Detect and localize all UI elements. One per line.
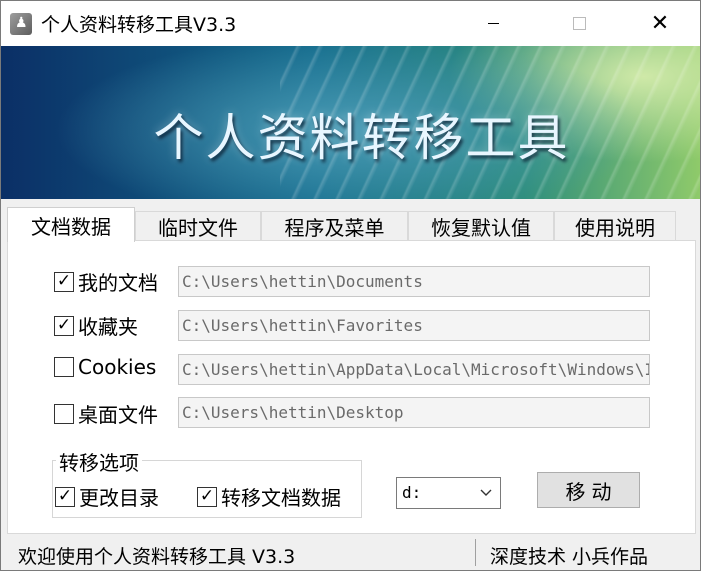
title-bar[interactable]: ♟ 个人资料转移工具V3.3 ✕ (1, 1, 700, 46)
status-bar: 欢迎使用个人资料转移工具 V3.3 深度技术 小兵作品 (1, 537, 700, 570)
change-dir-checkbox[interactable]: ✓ (55, 486, 75, 507)
banner-title: 个人资料转移工具 (153, 109, 570, 167)
my-documents-checkbox[interactable]: ✓ (54, 271, 74, 292)
move-button[interactable]: 移动 (537, 472, 640, 508)
desktop-path: C:\Users\hettin\Desktop (178, 397, 650, 428)
maximize-button[interactable] (556, 1, 602, 46)
minimize-icon (487, 23, 499, 24)
move-docs-label: 转移文档数据 (221, 486, 341, 510)
close-button[interactable]: ✕ (637, 1, 683, 46)
window-title: 个人资料转移工具V3.3 (41, 14, 237, 36)
my-documents-checkbox-row[interactable]: ✓ 我的文档 (54, 267, 158, 296)
tab-temp-files[interactable]: 临时文件 (135, 211, 261, 241)
change-dir-label: 更改目录 (79, 486, 159, 510)
tab-restore-defaults[interactable]: 恢复默认值 (408, 211, 554, 241)
minimize-button[interactable] (470, 1, 516, 46)
app-icon: ♟ (10, 13, 32, 35)
desktop-checkbox-row[interactable]: 桌面文件 (54, 399, 158, 428)
documents-panel: ✓ 我的文档 C:\Users\hettin\Documents ✓ 收藏夹 C… (7, 240, 696, 534)
change-dir-checkbox-row[interactable]: ✓ 更改目录 (55, 482, 159, 511)
desktop-checkbox[interactable] (54, 403, 74, 424)
drive-select-value: d: (402, 483, 422, 502)
status-divider (475, 539, 476, 566)
tab-documents[interactable]: 文档数据 (7, 207, 135, 242)
app-window: ♟ 个人资料转移工具V3.3 ✕ 个人资料转移工具 文档数据 临时文件 程序及菜… (0, 0, 701, 571)
cookies-path: C:\Users\hettin\AppData\Local\Microsoft\… (178, 354, 650, 385)
desktop-label: 桌面文件 (78, 403, 158, 427)
cookies-checkbox-row[interactable]: Cookies (54, 355, 156, 379)
move-docs-checkbox[interactable]: ✓ (197, 486, 217, 507)
move-docs-checkbox-row[interactable]: ✓ 转移文档数据 (197, 482, 341, 511)
cookies-checkbox[interactable] (54, 357, 74, 377)
favorites-path: C:\Users\hettin\Favorites (178, 310, 650, 341)
chevron-down-icon (480, 489, 492, 496)
cookies-label: Cookies (78, 355, 157, 379)
tab-programs-menu[interactable]: 程序及菜单 (261, 211, 408, 241)
maximize-icon (572, 17, 586, 30)
transfer-options-group: 转移选项 ✓ 更改目录 ✓ 转移文档数据 (52, 447, 362, 518)
drive-select[interactable]: d: (396, 477, 501, 509)
close-icon: ✕ (650, 11, 670, 36)
favorites-label: 收藏夹 (78, 315, 138, 339)
my-documents-path: C:\Users\hettin\Documents (178, 266, 650, 297)
status-credits: 深度技术 小兵作品 (490, 546, 649, 568)
favorites-checkbox-row[interactable]: ✓ 收藏夹 (54, 311, 138, 340)
tab-instructions[interactable]: 使用说明 (554, 211, 676, 241)
my-documents-label: 我的文档 (78, 271, 158, 295)
transfer-options-title: 转移选项 (56, 447, 142, 476)
favorites-checkbox[interactable]: ✓ (54, 315, 74, 336)
status-welcome: 欢迎使用个人资料转移工具 V3.3 (18, 546, 296, 568)
banner: 个人资料转移工具 (1, 46, 700, 199)
